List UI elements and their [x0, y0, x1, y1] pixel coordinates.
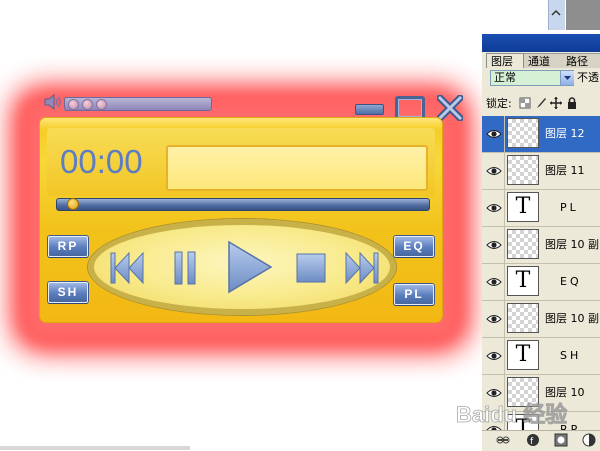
document-canvas: 00:00 RP SH EQ PL	[0, 0, 482, 450]
brush-icon[interactable]	[535, 97, 547, 109]
volume-dot	[96, 99, 107, 110]
speaker-icon[interactable]	[43, 94, 63, 110]
visibility-cell[interactable]	[482, 153, 505, 189]
palette-titlebar[interactable]	[482, 34, 600, 52]
eye-icon[interactable]	[486, 275, 502, 289]
text-layer-thumbnail: T	[507, 192, 539, 222]
shuffle-button[interactable]: SH	[48, 282, 88, 303]
eye-icon[interactable]	[486, 238, 502, 252]
minimize-button[interactable]	[355, 104, 384, 115]
volume-slider[interactable]	[64, 97, 212, 111]
layer-name: 图层 10 副	[545, 238, 599, 251]
eye-icon[interactable]	[486, 127, 502, 141]
visibility-cell[interactable]	[482, 264, 505, 300]
layer-name: 图层 12	[545, 127, 585, 140]
lock-transparency-icon[interactable]	[519, 97, 531, 109]
layer-name: 图层 10 副	[545, 312, 599, 325]
repeat-button[interactable]: RP	[48, 236, 88, 257]
volume-dot	[82, 99, 93, 110]
layer-row[interactable]: 图层 11	[482, 153, 600, 190]
fast-forward-icon[interactable]	[345, 250, 379, 286]
layer-thumbnail	[507, 229, 539, 259]
layers-palette: 图层 通道 路径 正常 不透 锁定: 图层 12 图层 11 T PL 图层 10 副T…	[482, 0, 600, 451]
layer-row[interactable]: 图层 10 副	[482, 301, 600, 338]
layer-row[interactable]: T SH	[482, 338, 600, 375]
tab-channels[interactable]: 通道	[524, 53, 562, 68]
lock-label: 锁定:	[486, 97, 512, 110]
chevron-down-icon[interactable]	[560, 71, 574, 85]
layer-name: PL	[560, 201, 579, 214]
play-icon[interactable]	[227, 240, 273, 294]
layer-thumbnail	[507, 155, 539, 185]
eye-icon[interactable]	[486, 164, 502, 178]
canvas-horizontal-scrollbar[interactable]	[0, 446, 190, 450]
layer-row[interactable]: 图层 10 副	[482, 227, 600, 264]
layer-name: SH	[560, 349, 582, 362]
layer-name: EQ	[560, 275, 582, 288]
visibility-cell[interactable]	[482, 301, 505, 337]
rewind-icon[interactable]	[110, 250, 144, 286]
watermark-text: Baidu 经验	[456, 402, 567, 427]
layer-row[interactable]: 图层 12	[482, 116, 600, 153]
eye-icon[interactable]	[486, 349, 502, 363]
stop-icon[interactable]	[296, 253, 326, 283]
eye-icon[interactable]	[486, 201, 502, 215]
visibility-cell[interactable]	[482, 338, 505, 374]
layer-row[interactable]: T PL	[482, 190, 600, 227]
adjustment-layer-icon[interactable]	[582, 433, 596, 447]
pause-icon[interactable]	[173, 250, 197, 286]
layer-thumbnail	[507, 303, 539, 333]
layer-thumbnail	[507, 118, 539, 148]
maximize-button[interactable]	[395, 96, 425, 120]
tab-layers[interactable]: 图层	[486, 53, 524, 68]
eye-icon[interactable]	[486, 312, 502, 326]
layer-row[interactable]: T EQ	[482, 264, 600, 301]
playlist-button[interactable]: PL	[394, 284, 434, 305]
text-layer-thumbnail: T	[507, 266, 539, 296]
equalizer-button[interactable]: EQ	[394, 236, 434, 257]
tab-paths[interactable]: 路径	[562, 53, 600, 68]
volume-dot	[68, 99, 79, 110]
lock-icon[interactable]	[566, 97, 578, 109]
layer-name: 图层 11	[545, 164, 585, 177]
visibility-cell[interactable]	[482, 227, 505, 263]
visibility-cell[interactable]	[482, 116, 505, 152]
close-icon[interactable]	[437, 95, 463, 121]
text-layer-thumbnail: T	[507, 340, 539, 370]
time-display: 00:00	[60, 143, 143, 180]
workspace-background	[566, 0, 600, 30]
track-info-box	[166, 145, 428, 191]
baidu-watermark: Baidu 经验	[456, 402, 568, 428]
visibility-cell[interactable]	[482, 190, 505, 226]
seek-bar[interactable]	[56, 198, 430, 211]
scroll-up-arrow-icon[interactable]	[551, 8, 561, 18]
move-icon[interactable]	[550, 97, 562, 109]
opacity-label: 不透	[577, 71, 599, 84]
